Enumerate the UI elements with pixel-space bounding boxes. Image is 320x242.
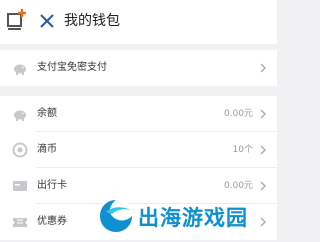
chevron-right-icon [260, 109, 266, 119]
row-value: 0.00元 [223, 181, 253, 191]
close-icon[interactable] [38, 12, 56, 30]
didi-coin-item[interactable]: 滴币 10个 [0, 132, 277, 168]
row-value: 0.00元 [223, 109, 253, 119]
ticket-icon [13, 218, 27, 227]
card-icon [13, 181, 27, 191]
watermark-text: 出海游戏园 [138, 206, 248, 230]
piggy-bank-icon [14, 64, 26, 75]
page-title: 我的钱包 [64, 13, 120, 29]
row-label: 滴币 [37, 144, 57, 155]
add-window-icon[interactable] [6, 8, 28, 32]
row-label: 支付宝免密支付 [37, 62, 107, 73]
header-bar: 我的钱包 [0, 0, 277, 44]
balance-item[interactable]: 余额 0.00元 [0, 96, 277, 132]
row-label: 优惠券 [37, 216, 67, 227]
piggy-bank-icon [14, 110, 26, 121]
watermark-logo-icon [98, 198, 134, 234]
chevron-right-icon [260, 181, 266, 191]
row-label: 余额 [37, 108, 57, 119]
chevron-right-icon [260, 63, 266, 73]
chevron-right-icon [260, 145, 266, 155]
coin-icon [12, 142, 28, 158]
watermark: 出海游戏园 [96, 196, 277, 236]
row-label: 出行卡 [37, 180, 67, 191]
row-value: 10个 [232, 145, 253, 155]
alipay-free-pay-item[interactable]: 支付宝免密支付 [0, 50, 277, 86]
